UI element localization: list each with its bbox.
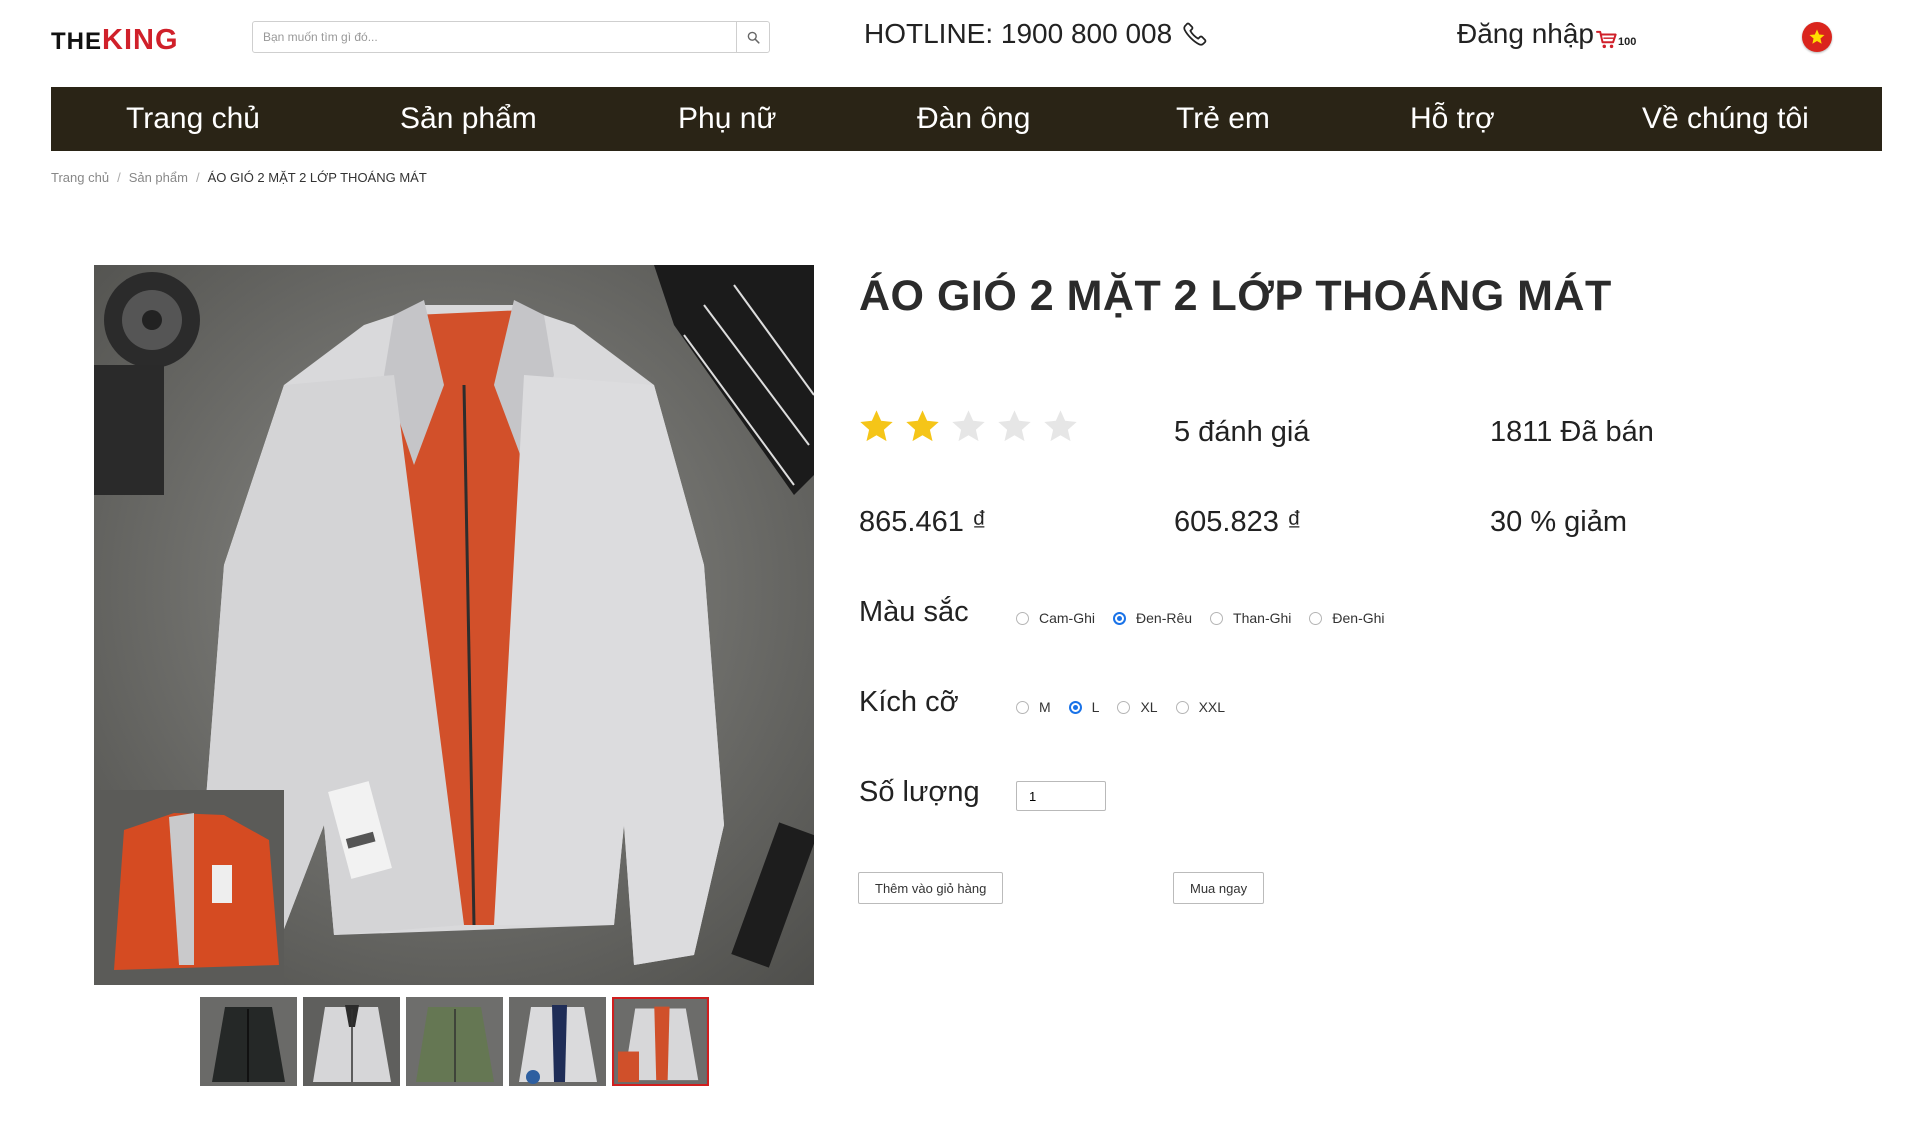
breadcrumb-home[interactable]: Trang chủ <box>51 170 109 185</box>
breadcrumb: Trang chủ / Sản phẩm / ÁO GIÓ 2 MẶT 2 LỚ… <box>51 170 427 185</box>
size-option-label: M <box>1039 699 1051 715</box>
search-input[interactable] <box>253 22 736 52</box>
search-bar <box>252 21 770 53</box>
jacket-thumb-image <box>200 997 297 1086</box>
language-flag-icon[interactable] <box>1802 22 1832 52</box>
size-label: Kích cỡ <box>859 686 959 718</box>
radio-button-checked[interactable] <box>1113 611 1127 625</box>
breadcrumb-separator: / <box>117 170 121 185</box>
radio-button[interactable] <box>1175 700 1189 714</box>
star-icon <box>1809 29 1825 44</box>
login-link[interactable]: Đăng nhập <box>1457 18 1594 50</box>
thumbnail-olive-jacket[interactable] <box>406 997 503 1086</box>
jacket-thumb-image <box>406 997 503 1086</box>
color-option-label: Đen-Ghi <box>1332 610 1385 626</box>
search-icon <box>747 31 760 44</box>
color-option-label: Than-Ghi <box>1233 610 1292 626</box>
color-option-den-ghi[interactable]: Đen-Ghi <box>1309 610 1385 626</box>
star-empty-icon <box>952 410 985 442</box>
nav-item-products[interactable]: Sản phẩm <box>400 87 537 151</box>
star-filled-icon <box>860 410 893 442</box>
nav-item-home[interactable]: Trang chủ <box>126 87 260 151</box>
star-filled-icon <box>906 410 939 442</box>
logo-king: KING <box>102 24 179 56</box>
nav-item-women[interactable]: Phụ nữ <box>678 87 776 151</box>
old-price: 865.461 ₫ <box>859 506 987 538</box>
thumbnail-grey-orange-jacket[interactable] <box>612 997 709 1086</box>
add-to-cart-button[interactable]: Thêm vào giỏ hàng <box>858 872 1004 904</box>
radio-button[interactable] <box>1210 611 1224 625</box>
cart-icon <box>1596 30 1617 49</box>
size-option-xl[interactable]: XL <box>1117 699 1158 715</box>
size-option-label: XL <box>1140 699 1158 715</box>
quantity-label: Số lượng <box>859 776 980 808</box>
cart-count: 100 <box>1618 36 1637 48</box>
color-label: Màu sắc <box>859 596 969 628</box>
login-area: Đăng nhập 100 <box>1457 18 1636 50</box>
color-option-than-ghi[interactable]: Than-Ghi <box>1210 610 1291 626</box>
rating-stars <box>858 408 1079 445</box>
product-main-image[interactable] <box>94 265 814 985</box>
phone-icon <box>1183 22 1207 46</box>
size-option-label: XXL <box>1198 699 1226 715</box>
thumbnail-black-jacket[interactable] <box>200 997 297 1086</box>
product-title: ÁO GIÓ 2 MẶT 2 LỚP THOÁNG MÁT <box>859 272 1612 320</box>
color-option-label: Cam-Ghi <box>1039 610 1096 626</box>
sold-count: 1811 Đã bán <box>1490 416 1654 448</box>
hotline-text: HOTLINE: 1900 800 008 <box>864 18 1173 49</box>
nav-item-support[interactable]: Hỗ trợ <box>1410 87 1495 151</box>
buy-now-button[interactable]: Mua ngay <box>1173 872 1265 904</box>
radio-button[interactable] <box>1117 700 1131 714</box>
radio-button[interactable] <box>1016 611 1029 625</box>
nav-item-about[interactable]: Về chúng tôi <box>1642 87 1809 151</box>
color-option-cam-ghi[interactable]: Cam-Ghi <box>1016 610 1095 626</box>
jacket-thumb-image <box>509 997 606 1086</box>
breadcrumb-products[interactable]: Sản phẩm <box>129 170 188 185</box>
discount: 30 % giảm <box>1490 506 1628 538</box>
breadcrumb-separator: / <box>195 170 200 185</box>
search-button[interactable] <box>736 22 769 52</box>
size-options: M L XL XXL <box>1016 699 1243 715</box>
new-price: 605.823 ₫ <box>1174 506 1302 538</box>
thumbnail-grey-navy-jacket[interactable] <box>509 997 606 1086</box>
breadcrumb-current: ÁO GIÓ 2 MẶT 2 LỚP THOÁNG MÁT <box>207 170 427 185</box>
main-nav: Trang chủ Sản phẩm Phụ nữ Đàn ông Trẻ em… <box>51 87 1882 151</box>
logo-the: THE <box>51 28 102 55</box>
thumbnail-grey-jacket[interactable] <box>303 997 400 1086</box>
quantity-input[interactable] <box>1016 781 1106 811</box>
radio-button[interactable] <box>1309 611 1323 625</box>
jacket-thumb-image <box>303 997 400 1086</box>
site-logo[interactable]: THEKING <box>51 24 179 57</box>
nav-item-men[interactable]: Đàn ông <box>917 87 1030 151</box>
color-option-label: Đen-Rêu <box>1136 610 1193 626</box>
star-empty-icon <box>1044 410 1077 442</box>
color-option-den-reu[interactable]: Đen-Rêu <box>1113 610 1192 626</box>
radio-button-checked[interactable] <box>1068 700 1082 714</box>
size-option-m[interactable]: M <box>1016 699 1051 715</box>
size-option-l[interactable]: L <box>1068 699 1100 715</box>
radio-button[interactable] <box>1016 700 1029 714</box>
cart[interactable]: 100 <box>1596 30 1636 50</box>
hotline[interactable]: HOTLINE: 1900 800 008 <box>864 18 1208 50</box>
color-options: Cam-Ghi Đen-Rêu Than-Ghi Đen-Ghi <box>1016 610 1403 626</box>
nav-item-kids[interactable]: Trẻ em <box>1176 87 1270 151</box>
thumbnail-strip <box>200 997 709 1086</box>
size-option-label: L <box>1091 699 1100 715</box>
review-count: 5 đánh giá <box>1174 416 1310 448</box>
jacket-thumb-image <box>614 999 707 1084</box>
size-option-xxl[interactable]: XXL <box>1175 699 1226 715</box>
jacket-photo <box>94 265 814 985</box>
star-empty-icon <box>998 410 1031 442</box>
